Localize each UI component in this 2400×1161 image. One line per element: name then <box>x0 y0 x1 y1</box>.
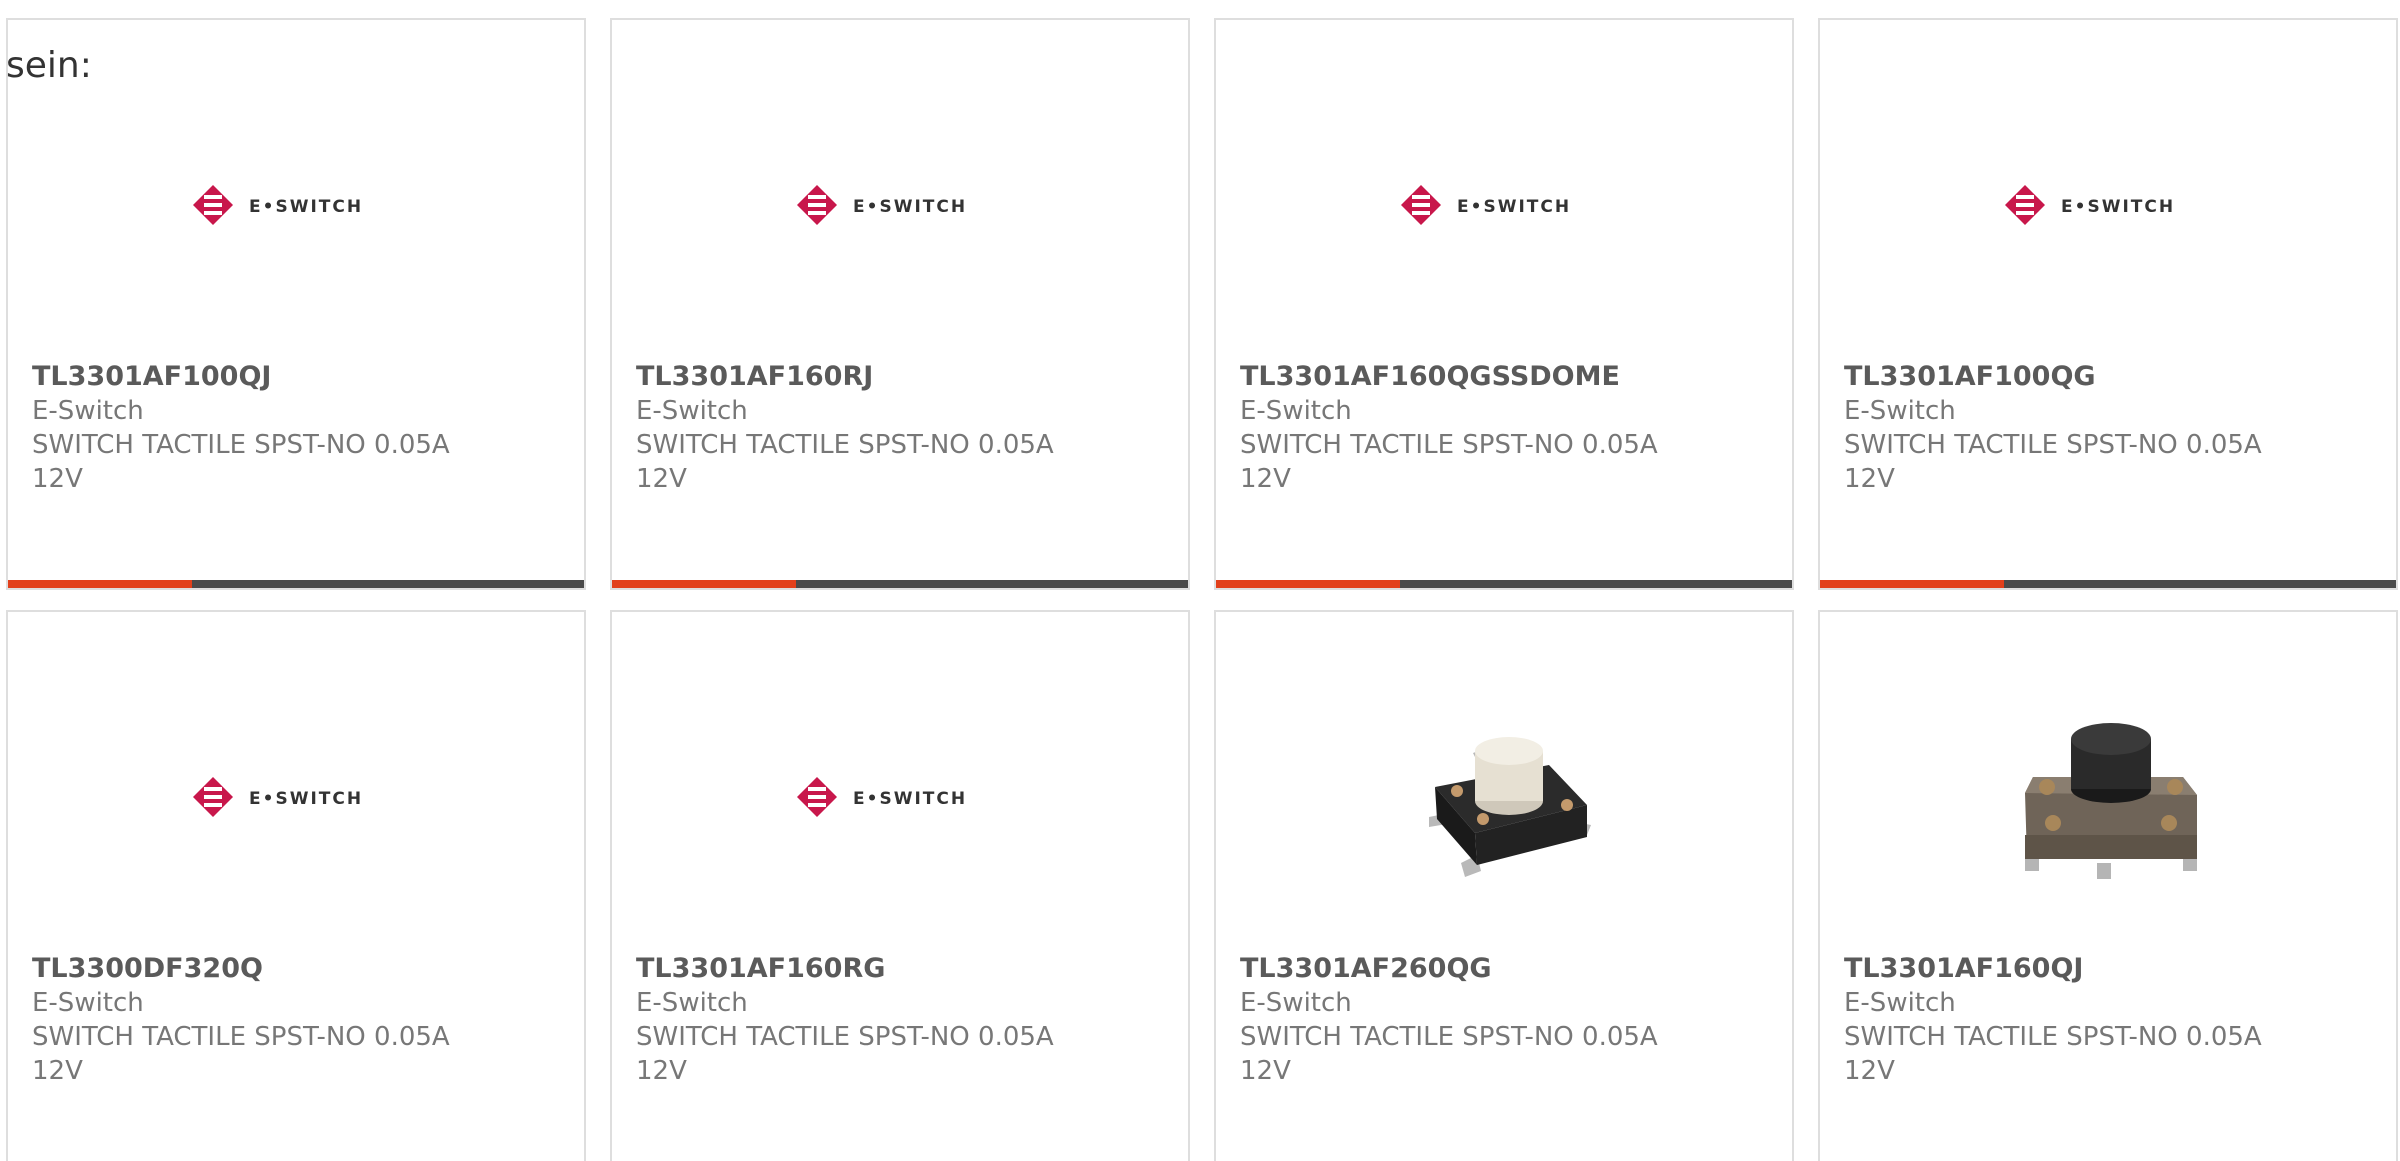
product-image <box>1216 672 1792 922</box>
logo-text: E•SWITCH <box>1457 197 1571 217</box>
card-accent-bar <box>1216 580 1792 588</box>
description: SWITCH TACTILE SPST-NO 0.05A 12V <box>32 430 450 494</box>
accent-fill <box>612 580 796 588</box>
product-card[interactable]: TL3301AF260QG E-Switch SWITCH TACTILE SP… <box>1214 610 1794 1161</box>
description: SWITCH TACTILE SPST-NO 0.05A 12V <box>636 1022 1054 1086</box>
logo-text: E•SWITCH <box>249 789 363 809</box>
product-image: E•SWITCH <box>8 672 584 922</box>
part-number[interactable]: TL3301AF260QG <box>1240 952 1768 986</box>
card-accent-bar <box>612 580 1188 588</box>
manufacturer: E-Switch <box>32 396 144 426</box>
e-switch-logo-icon: E•SWITCH <box>795 183 1005 227</box>
logo-text: E•SWITCH <box>853 197 967 217</box>
part-number[interactable]: TL3300DF320Q <box>32 952 560 986</box>
description: SWITCH TACTILE SPST-NO 0.05A 12V <box>1240 1022 1658 1086</box>
logo-text: E•SWITCH <box>853 789 967 809</box>
manufacturer: E-Switch <box>1240 396 1352 426</box>
accent-fill <box>1216 580 1400 588</box>
product-card[interactable]: TL3301AF160QJ E-Switch SWITCH TACTILE SP… <box>1818 610 2398 1161</box>
product-card[interactable]: E•SWITCH TL3300DF320Q E-Switch SWITCH TA… <box>6 610 586 1161</box>
tactile-switch-white-button-icon <box>1399 695 1609 899</box>
e-switch-logo-icon: E•SWITCH <box>795 775 1005 819</box>
manufacturer: E-Switch <box>1844 396 1956 426</box>
product-card[interactable]: E•SWITCH TL3301AF100QG E-Switch SWITCH T… <box>1818 18 2398 590</box>
product-card[interactable]: E•SWITCH TL3301AF160RG E-Switch SWITCH T… <box>610 610 1190 1161</box>
product-grid: E•SWITCH TL3301AF100QJ E-Switch SWITCH T… <box>6 18 2398 1161</box>
product-image: E•SWITCH <box>1820 80 2396 330</box>
product-image: E•SWITCH <box>612 80 1188 330</box>
product-image <box>1820 672 2396 922</box>
part-number[interactable]: TL3301AF100QG <box>1844 360 2372 394</box>
manufacturer: E-Switch <box>636 396 748 426</box>
tactile-switch-black-button-icon <box>2003 695 2213 899</box>
product-image: E•SWITCH <box>8 80 584 330</box>
e-switch-logo-icon: E•SWITCH <box>1399 183 1609 227</box>
e-switch-logo-icon: E•SWITCH <box>191 183 401 227</box>
e-switch-logo-icon: E•SWITCH <box>191 775 401 819</box>
card-accent-bar <box>8 580 584 588</box>
logo-text: E•SWITCH <box>249 197 363 217</box>
part-number[interactable]: TL3301AF160RJ <box>636 360 1164 394</box>
description: SWITCH TACTILE SPST-NO 0.05A 12V <box>1844 1022 2262 1086</box>
e-switch-logo-icon: E•SWITCH <box>2003 183 2213 227</box>
manufacturer: E-Switch <box>32 988 144 1018</box>
part-number[interactable]: TL3301AF160RG <box>636 952 1164 986</box>
logo-text: E•SWITCH <box>2061 197 2175 217</box>
card-accent-bar <box>1820 580 2396 588</box>
product-card[interactable]: E•SWITCH TL3301AF160RJ E-Switch SWITCH T… <box>610 18 1190 590</box>
product-grid-page: sein: E•SWITCH TL3301AF100QJ E-Switch SW… <box>0 0 2400 1161</box>
leading-text: sein: <box>6 45 92 86</box>
manufacturer: E-Switch <box>636 988 748 1018</box>
product-image: E•SWITCH <box>612 672 1188 922</box>
part-number[interactable]: TL3301AF100QJ <box>32 360 560 394</box>
description: SWITCH TACTILE SPST-NO 0.05A 12V <box>1240 430 1658 494</box>
accent-fill <box>1820 580 2004 588</box>
description: SWITCH TACTILE SPST-NO 0.05A 12V <box>32 1022 450 1086</box>
part-number[interactable]: TL3301AF160QGSSDOME <box>1240 360 1768 394</box>
product-image: E•SWITCH <box>1216 80 1792 330</box>
part-number[interactable]: TL3301AF160QJ <box>1844 952 2372 986</box>
accent-fill <box>8 580 192 588</box>
product-card[interactable]: E•SWITCH TL3301AF100QJ E-Switch SWITCH T… <box>6 18 586 590</box>
product-card[interactable]: E•SWITCH TL3301AF160QGSSDOME E-Switch SW… <box>1214 18 1794 590</box>
description: SWITCH TACTILE SPST-NO 0.05A 12V <box>636 430 1054 494</box>
manufacturer: E-Switch <box>1240 988 1352 1018</box>
description: SWITCH TACTILE SPST-NO 0.05A 12V <box>1844 430 2262 494</box>
manufacturer: E-Switch <box>1844 988 1956 1018</box>
